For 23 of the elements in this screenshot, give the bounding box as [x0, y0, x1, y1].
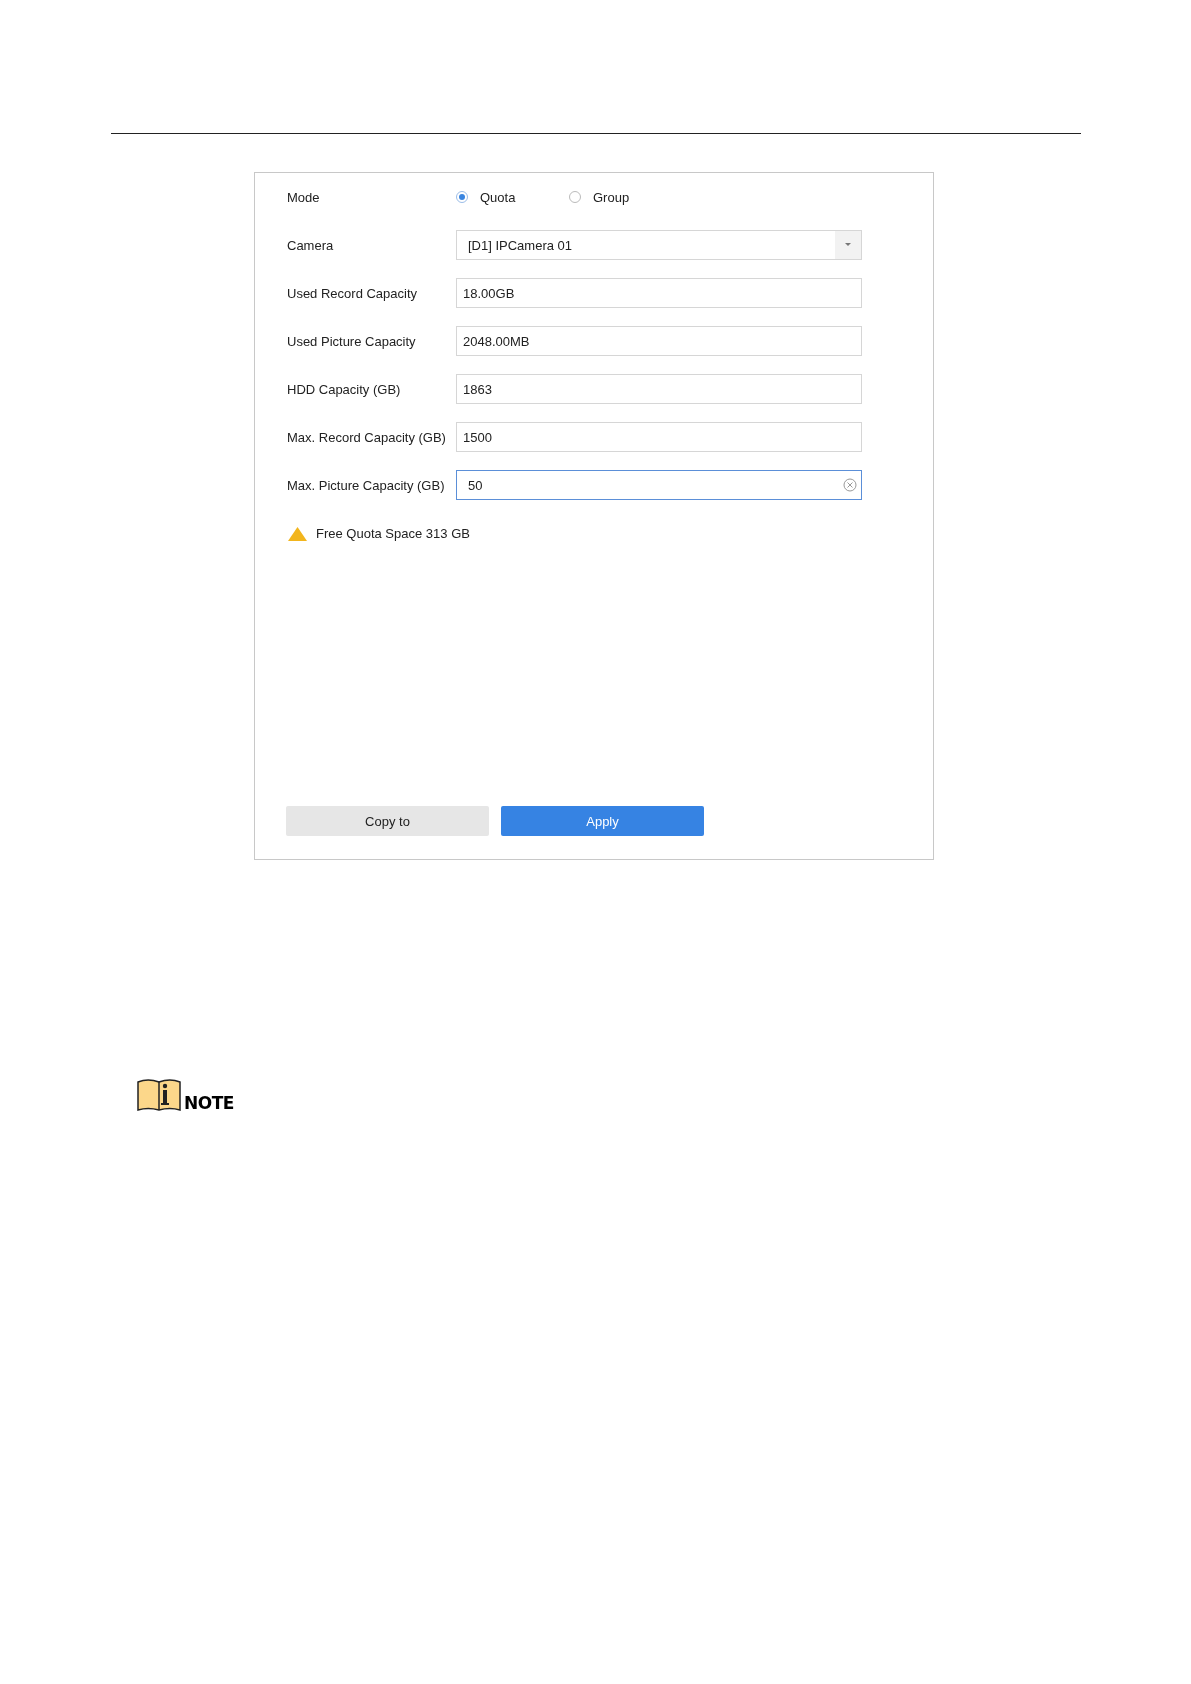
input-field[interactable]: 1500	[456, 422, 862, 452]
apply-button[interactable]: Apply	[501, 806, 704, 836]
note-heading: NOTE	[184, 1095, 234, 1112]
field-label: Mode	[287, 189, 321, 205]
field-label: Used Picture Capacity	[287, 333, 417, 349]
clear-icon[interactable]	[843, 478, 857, 492]
warning-text: Free Quota Space 313 GB	[316, 526, 470, 541]
radio-label[interactable]: Quota	[480, 189, 516, 205]
input-field[interactable]: 18.00GB	[456, 278, 862, 308]
field-label: Used Record Capacity	[287, 285, 419, 301]
field-label: HDD Capacity (GB)	[287, 381, 402, 397]
field-label: Camera	[287, 237, 335, 253]
radio-label[interactable]: Group	[593, 189, 630, 205]
camera-dropdown[interactable]: [D1] IPCamera 01	[456, 230, 862, 260]
input-field[interactable]: 2048.00MB	[456, 326, 862, 356]
caret-icon[interactable]	[845, 243, 851, 247]
copy-button[interactable]: Copy to	[286, 806, 489, 836]
field-label: Max. Record Capacity (GB)	[287, 429, 447, 445]
info-book-icon	[137, 1078, 181, 1112]
input-field[interactable]: 50	[456, 470, 862, 500]
warning-icon	[288, 526, 307, 541]
input-field[interactable]: 1863	[456, 374, 862, 404]
field-label: Max. Picture Capacity (GB)	[287, 477, 446, 493]
